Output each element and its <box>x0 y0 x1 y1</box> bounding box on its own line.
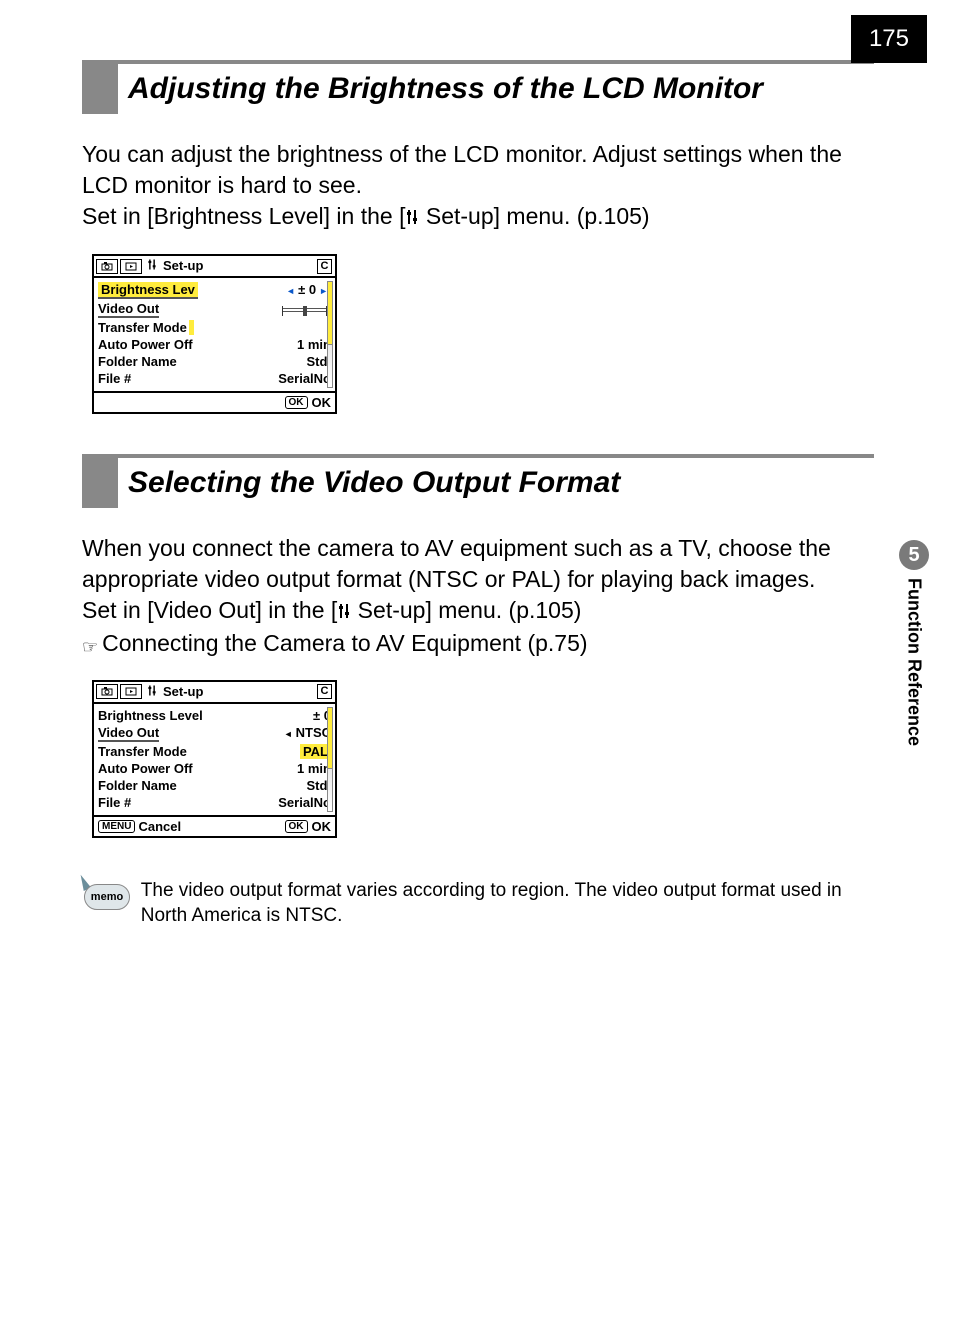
lcd-menu-brightness: Set-up C Brightness Lev ◄± 0► Video Out … <box>92 254 337 414</box>
para-text: You can adjust the brightness of the LCD… <box>82 141 842 198</box>
highlight-box <box>189 320 195 335</box>
lcd-footer: OK OK <box>94 391 335 412</box>
menu-label: Video Out <box>98 725 159 742</box>
lcd-tab-bar: Set-up C <box>94 682 335 704</box>
menu-row-file: File # SerialNo <box>98 370 331 387</box>
section-heading-block: Adjusting the Brightness of the LCD Moni… <box>82 60 874 114</box>
lcd-title: Set-up <box>163 259 315 273</box>
memo-icon-label: memo <box>84 884 130 910</box>
menu-label: Transfer Mode <box>98 320 194 335</box>
menu-label: Folder Name <box>98 354 177 369</box>
custom-tab-icon: C <box>317 259 332 274</box>
camera-tab-icon <box>96 259 118 274</box>
menu-label: File # <box>98 371 131 386</box>
body-paragraph: When you connect the camera to AV equipm… <box>82 533 874 659</box>
setup-tab-icon <box>147 684 157 700</box>
value-text: ± 0 <box>298 282 316 297</box>
menu-row-transfer: Transfer Mode PAL <box>98 743 331 760</box>
para-text: Set-up] menu. (p.105) <box>351 597 581 623</box>
ok-label: OK <box>312 395 332 410</box>
ok-label: OK <box>312 819 332 834</box>
menu-label: File # <box>98 795 131 810</box>
chapter-title: Function Reference <box>904 578 925 746</box>
menu-row-video-out: Video Out <box>98 300 331 319</box>
menu-value: SerialNo <box>278 371 331 386</box>
menu-row-folder: Folder Name Std. <box>98 353 331 370</box>
setup-tab-icon <box>147 258 157 274</box>
menu-label: Auto Power Off <box>98 337 193 352</box>
lcd-title: Set-up <box>163 685 315 699</box>
memo-block: memo The video output format varies acco… <box>82 878 874 929</box>
lcd-tab-bar: Set-up C <box>94 256 335 278</box>
side-tab: 5 Function Reference <box>899 540 929 746</box>
menu-label: Transfer Mode <box>98 744 187 759</box>
arrow-left-icon: ◄ <box>281 729 296 739</box>
cancel-label: Cancel <box>138 819 181 834</box>
para-text: Set-up] menu. (p.105) <box>419 203 649 229</box>
lcd-body: Brightness Level ± 0 Video Out ◄NTSC Tra… <box>94 704 335 815</box>
scrollbar <box>327 707 333 812</box>
section-heading-block: Selecting the Video Output Format <box>82 454 874 508</box>
body-paragraph: You can adjust the brightness of the LCD… <box>82 139 874 234</box>
menu-row-transfer: Transfer Mode <box>98 319 331 336</box>
menu-label: Brightness Lev <box>98 282 198 299</box>
memo-icon: memo <box>82 878 121 912</box>
menu-row-auto-off: Auto Power Off 1 min <box>98 760 331 777</box>
memo-text: The video output format varies according… <box>141 878 874 929</box>
para-text: Set in [Video Out] in the [ <box>82 597 337 623</box>
camera-tab-icon <box>96 684 118 699</box>
para-text: Connecting the Camera to AV Equipment (p… <box>102 630 587 656</box>
section-heading: Selecting the Video Output Format <box>118 458 620 508</box>
scrollbar <box>327 281 333 388</box>
lcd-body: Brightness Lev ◄± 0► Video Out Transfer … <box>94 278 335 391</box>
menu-value <box>278 301 331 318</box>
menu-label: Auto Power Off <box>98 761 193 776</box>
para-text: Set in [Brightness Level] in the [ <box>82 203 405 229</box>
page-number: 175 <box>851 15 927 63</box>
playback-tab-icon <box>120 259 142 274</box>
chapter-number: 5 <box>899 540 929 570</box>
menu-row-auto-off: Auto Power Off 1 min <box>98 336 331 353</box>
lcd-menu-video-out: Set-up C Brightness Level ± 0 Video Out … <box>92 680 337 838</box>
ok-button-icon: OK <box>285 396 308 409</box>
heading-accent <box>82 458 118 508</box>
menu-value: 1 min <box>297 337 331 352</box>
lcd-footer: MENU Cancel OK OK <box>94 815 335 836</box>
menu-row-brightness: Brightness Lev ◄± 0► <box>98 281 331 300</box>
slider-icon <box>282 308 327 312</box>
page-content: Adjusting the Brightness of the LCD Moni… <box>0 0 954 929</box>
menu-label: Folder Name <box>98 778 177 793</box>
heading-accent <box>82 64 118 114</box>
menu-value-selected: ◄NTSC <box>281 725 331 742</box>
ok-button-icon: OK <box>285 820 308 833</box>
menu-row-brightness: Brightness Level ± 0 <box>98 707 331 724</box>
menu-value: ◄± 0► <box>283 282 331 299</box>
menu-label: Video Out <box>98 301 159 318</box>
playback-tab-icon <box>120 684 142 699</box>
menu-row-video-out: Video Out ◄NTSC <box>98 724 331 743</box>
menu-value: 1 min <box>297 761 331 776</box>
custom-tab-icon: C <box>317 684 332 699</box>
menu-row-folder: Folder Name Std. <box>98 777 331 794</box>
pointer-icon: ☞ <box>82 635 98 659</box>
menu-button-icon: MENU <box>98 820 135 833</box>
menu-label: Brightness Level <box>98 708 203 723</box>
menu-row-file: File # SerialNo <box>98 794 331 811</box>
para-text: When you connect the camera to AV equipm… <box>82 535 831 592</box>
section-heading: Adjusting the Brightness of the LCD Moni… <box>118 64 763 114</box>
setup-icon <box>337 597 351 628</box>
arrow-left-icon: ◄ <box>283 286 298 296</box>
menu-value: SerialNo <box>278 795 331 810</box>
setup-icon <box>405 203 419 234</box>
